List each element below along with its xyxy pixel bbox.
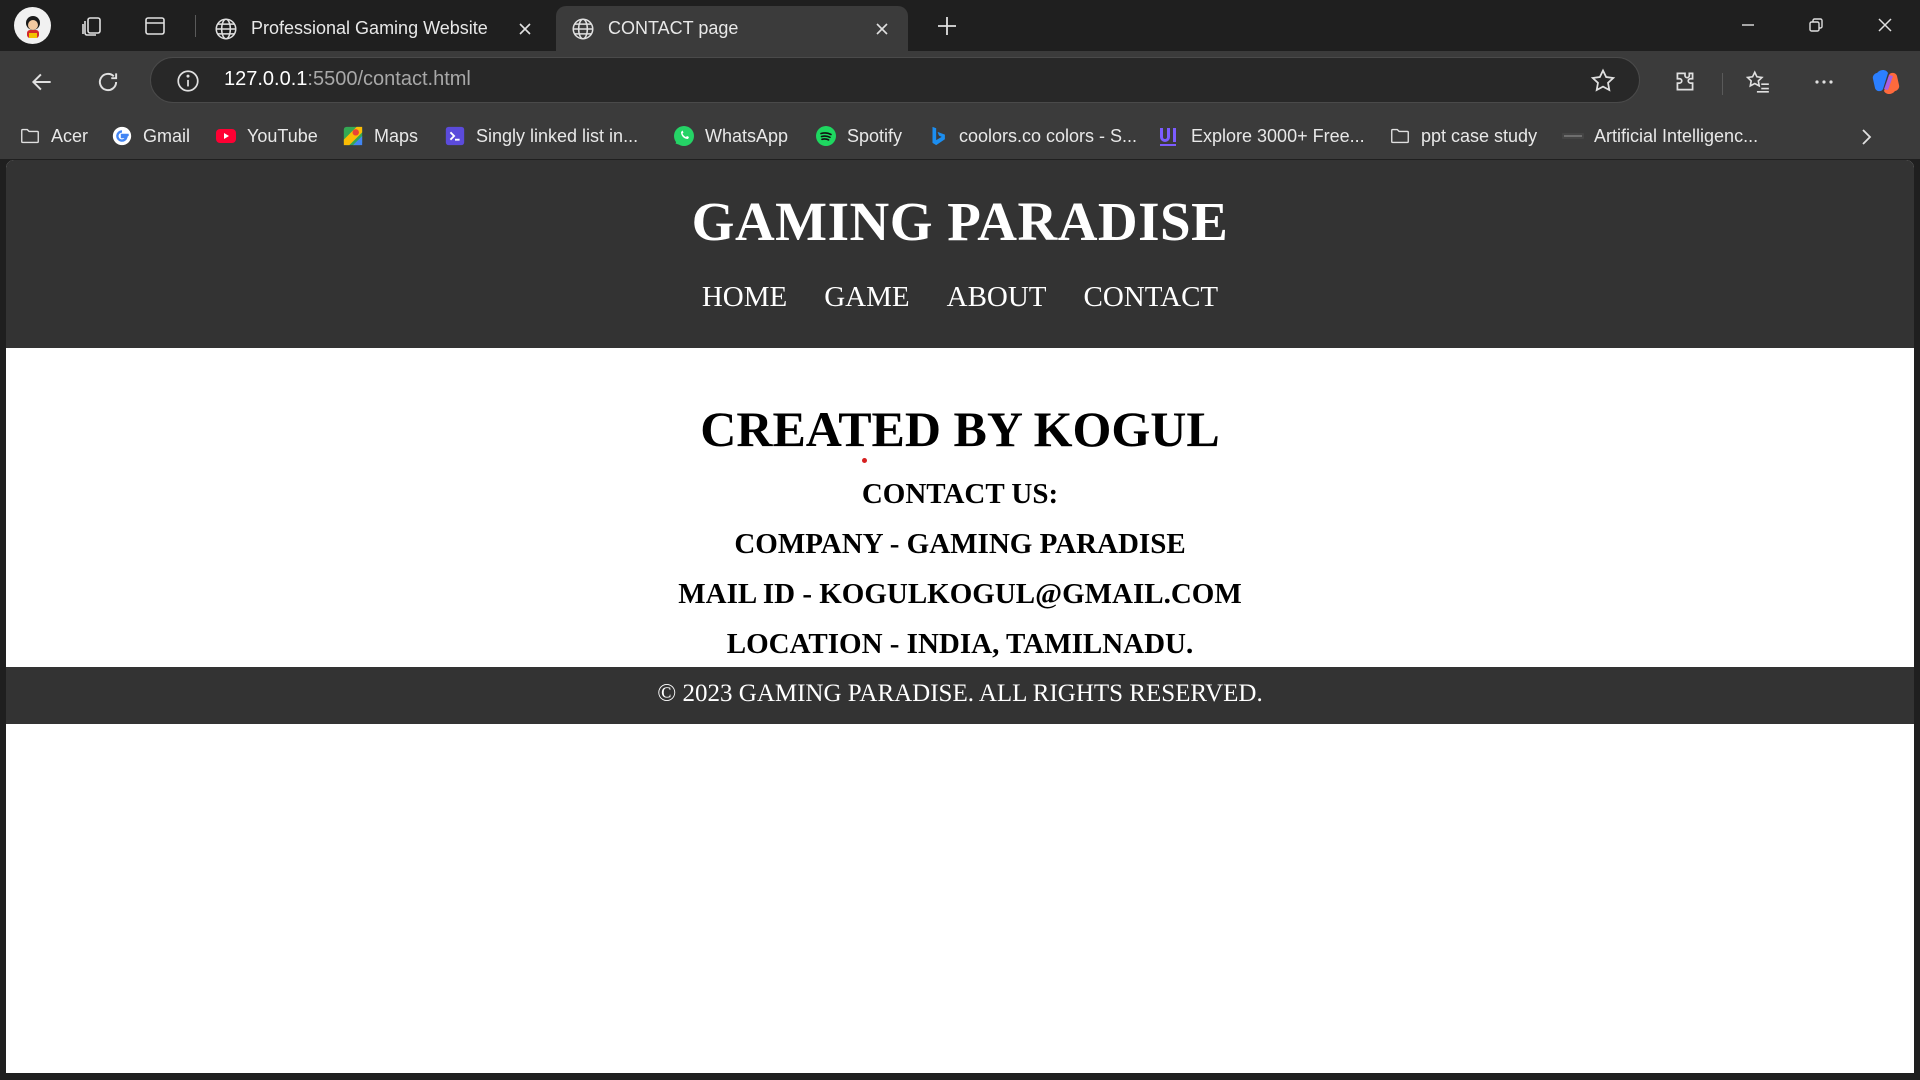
extensions-button[interactable] — [1667, 65, 1703, 99]
bookmark-label: Explore 3000+ Free... — [1191, 125, 1365, 146]
window-bottom-edge — [0, 1073, 1920, 1080]
whatsapp-icon — [672, 124, 696, 148]
more-dots-icon — [1815, 80, 1833, 84]
company-line: COMPANY - GAMING PARADISE — [734, 528, 1186, 560]
bookmark-label: Spotify — [847, 125, 903, 146]
minimize-icon — [1742, 24, 1754, 26]
bookmark-coolors[interactable]: coolors.co colors - S... — [926, 121, 1137, 151]
bing-icon — [926, 124, 950, 148]
url-text[interactable]: 127.0.0.1:5500/contact.html — [224, 68, 471, 91]
favorites-button[interactable] — [1740, 65, 1776, 99]
avatar-icon — [18, 11, 47, 40]
close-icon — [1878, 18, 1892, 32]
restore-icon — [1809, 18, 1823, 32]
globe-icon — [572, 17, 594, 40]
youtube-icon — [214, 124, 238, 148]
close-window-button[interactable] — [1862, 8, 1908, 42]
favorites-list-icon — [1745, 70, 1769, 93]
google-icon — [110, 124, 134, 148]
folder-icon — [1388, 124, 1412, 148]
copilot-icon — [1872, 70, 1900, 94]
toolbar-separator — [1722, 73, 1723, 95]
tab-label: Professional Gaming Website — [251, 18, 488, 38]
ai-icon — [1561, 124, 1585, 148]
bookmark-label: Gmail — [143, 125, 191, 146]
workspaces-icon[interactable] — [76, 10, 108, 42]
url-host: 127.0.0.1 — [224, 68, 308, 90]
tab-contact-page[interactable]: CONTACT page — [556, 6, 908, 51]
site-nav: HOME GAME ABOUT CONTACT — [6, 281, 1914, 314]
site-header: GAMING PARADISE HOME GAME ABOUT CONTACT — [6, 160, 1914, 348]
bookmark-label: Maps — [374, 125, 419, 146]
chevron-right-icon[interactable] — [1854, 125, 1878, 149]
tab-label: CONTACT page — [608, 18, 739, 38]
new-tab-button[interactable] — [930, 11, 964, 41]
code-icon — [443, 124, 467, 148]
url-path: :5500/contact.html — [307, 68, 471, 90]
footer-text: © 2023 GAMING PARADISE. ALL RIGHTS RESER… — [657, 680, 1263, 707]
bookmark-label: WhatsApp — [705, 125, 789, 146]
profile-avatar[interactable] — [14, 7, 51, 44]
bookmark-singly-linked-list[interactable]: Singly linked list in... — [443, 121, 638, 151]
bookmark-label: ppt case study — [1421, 125, 1538, 146]
more-menu-button[interactable] — [1806, 65, 1842, 99]
folder-icon — [18, 124, 42, 148]
bookmark-explore-3000[interactable]: Explore 3000+ Free... — [1158, 121, 1365, 151]
reload-button[interactable] — [90, 65, 126, 99]
page-viewport: GAMING PARADISE HOME GAME ABOUT CONTACT … — [6, 160, 1914, 1073]
close-tab-icon[interactable] — [870, 17, 894, 41]
bookmark-label: Artificial Intelligenc... — [1594, 125, 1759, 146]
spotify-icon — [814, 124, 838, 148]
nav-link-about[interactable]: ABOUT — [947, 281, 1047, 314]
puzzle-icon — [1676, 72, 1694, 91]
ui-icon — [1158, 124, 1182, 148]
plus-icon — [938, 17, 956, 35]
bookmark-label: YouTube — [247, 125, 318, 146]
favorite-star-icon[interactable] — [1589, 67, 1617, 95]
contact-us-heading: CONTACT US: — [861, 478, 1059, 510]
tab-separator — [195, 15, 196, 37]
bookmark-ppt-case-study[interactable]: ppt case study — [1388, 121, 1537, 151]
nav-link-contact[interactable]: CONTACT — [1084, 281, 1219, 314]
nav-link-game[interactable]: GAME — [824, 281, 909, 314]
bookmark-maps[interactable]: Maps — [341, 121, 418, 151]
bookmark-label: Singly linked list in... — [476, 125, 639, 146]
globe-icon — [215, 17, 237, 40]
reload-icon — [98, 72, 118, 92]
location-line: LOCATION - INDIA, TAMILNADU. — [726, 628, 1194, 660]
info-icon[interactable] — [175, 68, 201, 94]
maps-icon — [341, 124, 365, 148]
bookmark-label: Acer — [51, 125, 89, 146]
restore-button[interactable] — [1793, 8, 1839, 42]
tab-actions-icon[interactable] — [139, 10, 171, 42]
bookmark-spotify[interactable]: Spotify — [814, 121, 902, 151]
browser-toolbar: 127.0.0.1:5500/contact.html — [0, 51, 1920, 113]
bookmark-youtube[interactable]: YouTube — [214, 121, 318, 151]
site-footer: © 2023 GAMING PARADISE. ALL RIGHTS RESER… — [6, 667, 1914, 724]
title-bar: Professional Gaming Website CONTACT page — [0, 0, 1920, 51]
bookmark-whatsapp[interactable]: WhatsApp — [672, 121, 788, 151]
mail-line: MAIL ID - KOGULKOGUL@GMAIL.COM — [678, 578, 1242, 610]
address-bar[interactable]: 127.0.0.1:5500/contact.html — [150, 57, 1640, 103]
mouse-cursor-dot — [862, 458, 867, 463]
bookmark-label: coolors.co colors - S... — [959, 125, 1138, 146]
arrow-left-icon — [31, 73, 51, 91]
copilot-button[interactable] — [1868, 65, 1904, 99]
minimize-button[interactable] — [1725, 8, 1771, 42]
bookmarks-bar: Acer Gmail YouTube Maps Singly linked li… — [0, 113, 1920, 159]
close-tab-icon[interactable] — [513, 17, 537, 41]
bookmark-gmail[interactable]: Gmail — [110, 121, 190, 151]
bookmark-acer[interactable]: Acer — [18, 121, 88, 151]
created-by-heading: CREATED BY KOGUL — [700, 401, 1220, 457]
tab-professional-gaming[interactable]: Professional Gaming Website — [199, 6, 551, 51]
nav-link-home[interactable]: HOME — [702, 281, 787, 314]
back-button[interactable] — [24, 65, 60, 99]
site-title: GAMING PARADISE — [691, 191, 1229, 252]
bookmark-artificial-intelligence[interactable]: Artificial Intelligenc... — [1561, 121, 1758, 151]
